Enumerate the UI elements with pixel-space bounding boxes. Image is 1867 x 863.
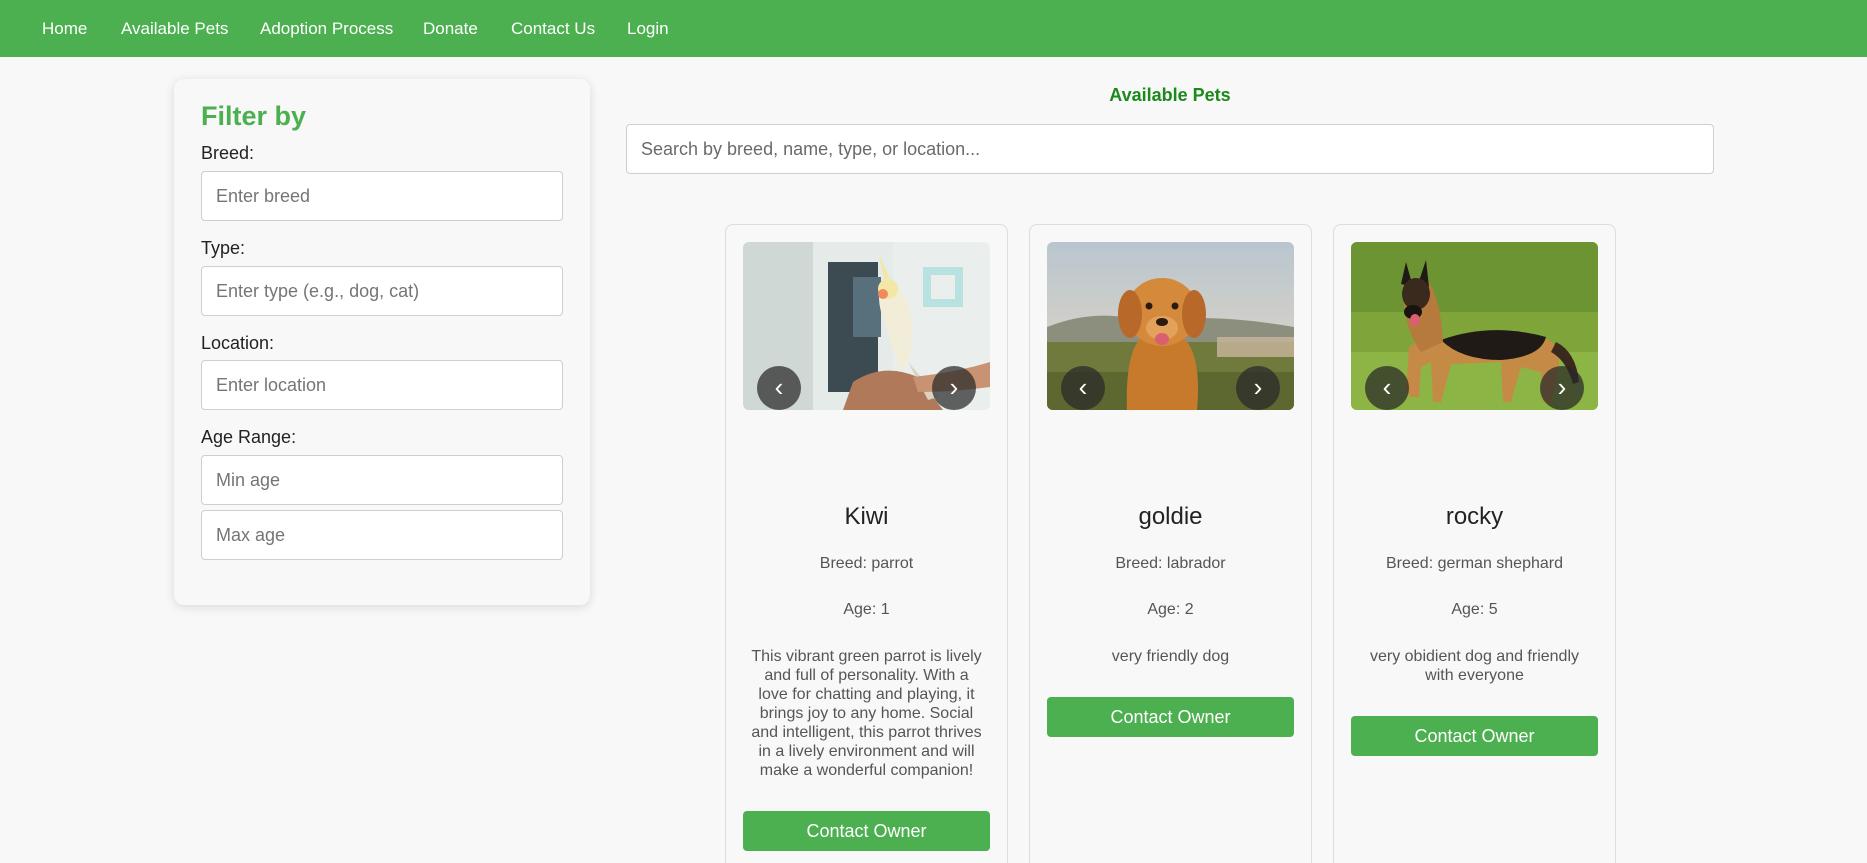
breed-label: Breed: (201, 143, 255, 163)
pet-breed: Breed: labrador (1115, 555, 1226, 572)
nav-login[interactable]: Login (627, 0, 669, 57)
contact-owner-button[interactable]: Contact Owner (1047, 697, 1294, 737)
parrot-photo: ‹ › (743, 242, 990, 410)
location-label: Location: (201, 333, 275, 353)
pet-age: Age: 5 (1451, 601, 1498, 618)
nav-adoption-process[interactable]: Adoption Process (260, 0, 393, 57)
breed-input[interactable] (201, 171, 563, 221)
pet-breed: Breed: parrot (819, 555, 914, 572)
age-range-label: Age Range: (201, 427, 297, 447)
german-shepherd-photo: ‹ › (1351, 242, 1598, 410)
min-age-input[interactable] (201, 455, 563, 505)
carousel-prev-button[interactable]: ‹ (1061, 366, 1105, 410)
nav-available-pets[interactable]: Available Pets (121, 0, 228, 57)
pet-description: This vibrant green parrot is lively and … (751, 648, 982, 779)
pet-name: Kiwi (844, 503, 889, 530)
carousel-prev-button[interactable]: ‹ (1365, 366, 1409, 410)
available-pets-title: Available Pets (1109, 85, 1231, 105)
contact-owner-button[interactable]: Contact Owner (1351, 716, 1598, 756)
top-navbar: Home Available Pets Adoption Process Don… (0, 0, 1867, 57)
pet-card-rocky: ‹ › rocky Breed: german shephard Age: 5 … (1333, 224, 1616, 863)
carousel-next-button[interactable]: › (1540, 366, 1584, 410)
carousel-next-button[interactable]: › (932, 366, 976, 410)
pet-breed: Breed: german shephard (1386, 555, 1563, 572)
pet-card-kiwi: ‹ › Kiwi Breed: parrot Age: 1 This vibra… (725, 224, 1008, 863)
nav-home[interactable]: Home (42, 0, 87, 57)
golden-dog-photo: ‹ › (1047, 242, 1294, 410)
pet-age: Age: 1 (843, 601, 890, 618)
location-input[interactable] (201, 360, 563, 410)
filter-panel: Filter by Breed: Type: Location: Age Ran… (174, 79, 590, 605)
search-input[interactable] (626, 124, 1714, 174)
pet-description: very obidient dog and friendly with ever… (1369, 648, 1580, 684)
nav-donate[interactable]: Donate (423, 0, 478, 57)
contact-owner-button[interactable]: Contact Owner (743, 811, 990, 851)
type-label: Type: (201, 238, 246, 258)
filter-title: Filter by (201, 101, 307, 131)
pet-age: Age: 2 (1147, 601, 1194, 618)
nav-contact-us[interactable]: Contact Us (511, 0, 595, 57)
max-age-input[interactable] (201, 510, 563, 560)
pet-name: rocky (1445, 503, 1504, 530)
pet-card-goldie: ‹ › goldie Breed: labrador Age: 2 very f… (1029, 224, 1312, 863)
type-input[interactable] (201, 266, 563, 316)
pet-description: very friendly dog (1111, 648, 1230, 665)
carousel-next-button[interactable]: › (1236, 366, 1280, 410)
pet-name: goldie (1138, 503, 1203, 530)
carousel-prev-button[interactable]: ‹ (757, 366, 801, 410)
